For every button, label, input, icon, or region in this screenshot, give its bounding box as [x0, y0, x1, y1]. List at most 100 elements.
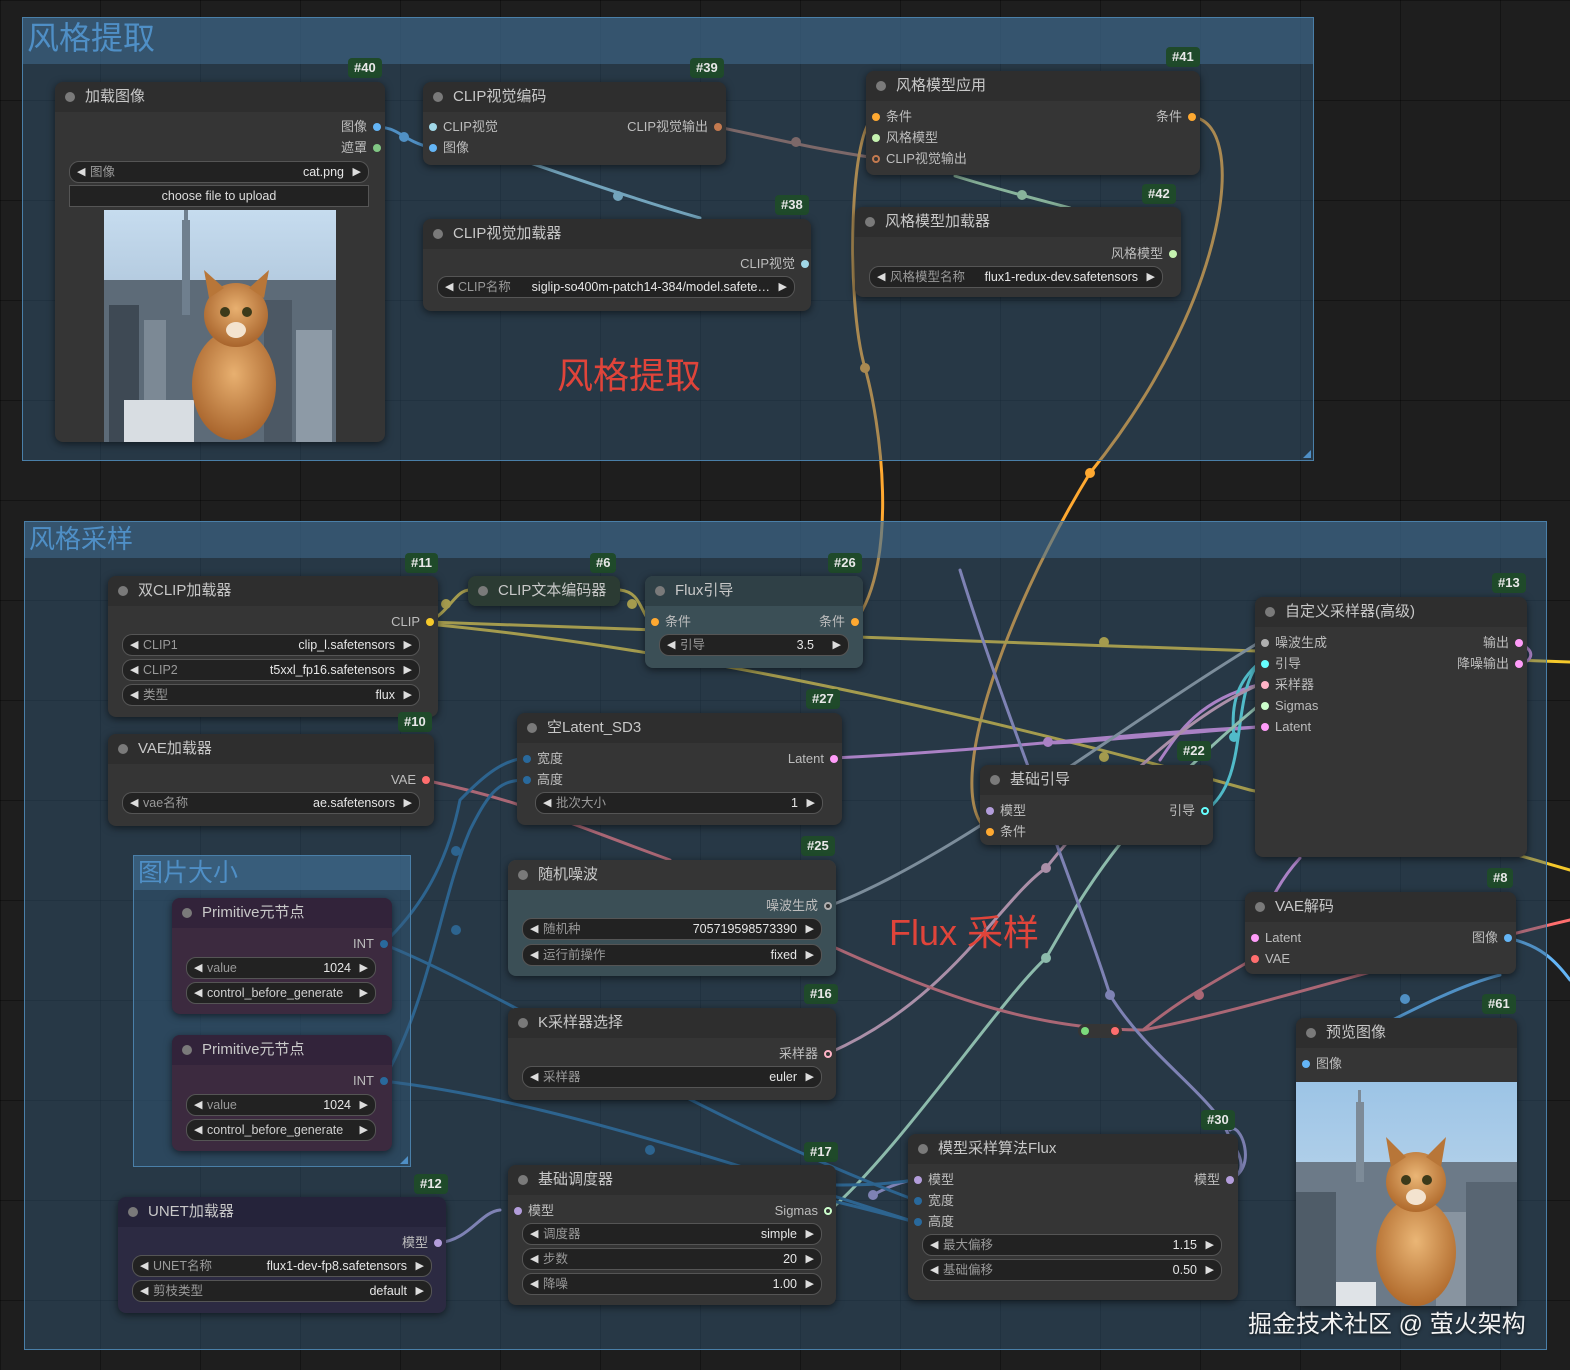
- conditioning-pin-icon[interactable]: [872, 113, 880, 121]
- latent-pin-icon[interactable]: [1251, 934, 1259, 942]
- vae-pin-icon[interactable]: [422, 776, 430, 784]
- input-model[interactable]: 模型: [512, 1203, 554, 1219]
- arrow-left-icon[interactable]: ◀: [530, 945, 538, 965]
- node-header[interactable]: 加载图像: [55, 82, 385, 112]
- node-load-image[interactable]: 加载图像 图像 遮罩 ◀ 图像 cat.png ▶ choose file to up…: [55, 82, 385, 442]
- node-style-model-apply[interactable]: 风格模型应用 条件 风格模型 CLIP视觉输出 条件: [866, 71, 1200, 175]
- sigmas-pin-icon[interactable]: [824, 1207, 832, 1215]
- arrow-left-icon[interactable]: ◀: [530, 1249, 538, 1269]
- input-image[interactable]: 图像: [1300, 1056, 1342, 1072]
- input-clip-vision[interactable]: CLIP视觉: [427, 119, 498, 135]
- arrow-left-icon[interactable]: ◀: [130, 793, 138, 813]
- output-image[interactable]: 图像: [1472, 930, 1514, 946]
- int-pin-icon[interactable]: [523, 776, 531, 784]
- arrow-right-icon[interactable]: ▶: [404, 660, 412, 680]
- resize-handle[interactable]: [1303, 450, 1311, 458]
- arrow-left-icon[interactable]: ◀: [530, 1224, 538, 1244]
- model-pin-icon[interactable]: [986, 807, 994, 815]
- batch-size-number[interactable]: ◀ 批次大小 1 ▶: [535, 792, 823, 814]
- collapse-dot-icon[interactable]: [1306, 1028, 1316, 1038]
- reroute-node[interactable]: [1078, 1024, 1122, 1038]
- collapse-dot-icon[interactable]: [876, 81, 886, 91]
- collapse-dot-icon[interactable]: [433, 229, 443, 239]
- collapse-dot-icon[interactable]: [182, 1045, 192, 1055]
- output-model[interactable]: 模型: [1194, 1172, 1236, 1188]
- node-primitive-height[interactable]: Primitive元节点 INT ◀ value 1024 ▶ ◀ control_be…: [172, 1035, 392, 1151]
- output-noise[interactable]: 噪波生成: [766, 898, 834, 914]
- input-image[interactable]: 图像: [427, 140, 469, 156]
- node-header[interactable]: Primitive元节点: [172, 898, 392, 928]
- latent-pin-icon[interactable]: [1515, 660, 1523, 668]
- collapse-dot-icon[interactable]: [478, 586, 488, 596]
- weight-dtype-combo[interactable]: ◀ 剪枝类型 default ▶: [132, 1280, 432, 1302]
- arrow-right-icon[interactable]: ▶: [806, 1249, 814, 1269]
- model-pin-icon[interactable]: [1226, 1176, 1234, 1184]
- clip-vision-pin-icon[interactable]: [801, 260, 809, 268]
- input-sigmas[interactable]: Sigmas: [1259, 698, 1318, 714]
- arrow-left-icon[interactable]: ◀: [77, 162, 85, 182]
- clip-vision-pin-icon[interactable]: [429, 123, 437, 131]
- type-combo[interactable]: ◀ 类型 flux ▶: [122, 684, 420, 706]
- input-height[interactable]: 高度: [521, 772, 563, 788]
- collapse-dot-icon[interactable]: [518, 1018, 528, 1028]
- node-header[interactable]: Primitive元节点: [172, 1035, 392, 1065]
- arrow-left-icon[interactable]: ◀: [530, 919, 538, 939]
- vae-name-combo[interactable]: ◀ vae名称 ae.safetensors ▶: [122, 792, 420, 814]
- seed-number[interactable]: ◀ 随机种 705719598573390 ▶: [522, 918, 822, 940]
- input-style-model[interactable]: 风格模型: [870, 130, 938, 146]
- clip-vision-output-pin-icon[interactable]: [872, 155, 880, 163]
- node-model-sampling-flux[interactable]: 模型采样算法Flux 模型 宽度 高度 模型 ◀ 最大偏移 1.15 ▶ ◀ 基础偏移 0…: [908, 1134, 1238, 1300]
- node-header[interactable]: VAE解码: [1245, 892, 1516, 922]
- output-clip-vision[interactable]: CLIP视觉: [740, 256, 811, 272]
- output-model[interactable]: 模型: [402, 1235, 444, 1251]
- node-header[interactable]: Flux引导: [645, 576, 863, 606]
- int-pin-icon[interactable]: [914, 1218, 922, 1226]
- output-conditioning[interactable]: 条件: [1156, 109, 1198, 125]
- latent-pin-icon[interactable]: [830, 755, 838, 763]
- node-random-noise[interactable]: 随机噪波 噪波生成 ◀ 随机种 705719598573390 ▶ ◀ 运行前操作 fix…: [508, 860, 836, 976]
- node-dual-clip-loader[interactable]: 双CLIP加载器 CLIP ◀ CLIP1 clip_l.safetensors ▶ …: [108, 576, 438, 717]
- output-style-model[interactable]: 风格模型: [1111, 246, 1179, 262]
- node-clip-text-encode[interactable]: CLIP文本编码器: [468, 576, 620, 606]
- steps-number[interactable]: ◀ 步数 20 ▶: [522, 1248, 822, 1270]
- style-model-name-combo[interactable]: ◀ 风格模型名称 flux1-redux-dev.safetensors ▶: [869, 266, 1163, 288]
- latent-pin-icon[interactable]: [1515, 639, 1523, 647]
- model-pin-icon[interactable]: [914, 1176, 922, 1184]
- arrow-right-icon[interactable]: ▶: [360, 1095, 368, 1115]
- unet-name-combo[interactable]: ◀ UNET名称 flux1-dev-fp8.safetensors ▶: [132, 1255, 432, 1277]
- arrow-right-icon[interactable]: ▶: [404, 793, 412, 813]
- collapse-dot-icon[interactable]: [65, 92, 75, 102]
- node-flux-guidance[interactable]: Flux引导 条件 条件 ◀ 引导 3.5 ▶: [645, 576, 863, 668]
- collapse-dot-icon[interactable]: [182, 908, 192, 918]
- arrow-left-icon[interactable]: ◀: [194, 1120, 202, 1140]
- arrow-left-icon[interactable]: ◀: [930, 1260, 938, 1280]
- output-latent[interactable]: Latent: [788, 751, 840, 767]
- node-header[interactable]: 自定义采样器(高级): [1255, 597, 1527, 627]
- input-conditioning[interactable]: 条件: [870, 109, 912, 125]
- output-image[interactable]: 图像: [341, 119, 383, 135]
- max-shift-number[interactable]: ◀ 最大偏移 1.15 ▶: [922, 1234, 1222, 1256]
- collapse-dot-icon[interactable]: [128, 1207, 138, 1217]
- arrow-left-icon[interactable]: ◀: [130, 635, 138, 655]
- conditioning-pin-icon[interactable]: [651, 618, 659, 626]
- arrow-right-icon[interactable]: ▶: [806, 1274, 814, 1294]
- node-basic-guider[interactable]: 基础引导 模型 条件 引导: [980, 765, 1213, 845]
- arrow-left-icon[interactable]: ◀: [667, 635, 675, 655]
- reroute-out-pin-icon[interactable]: [1111, 1027, 1119, 1035]
- base-shift-number[interactable]: ◀ 基础偏移 0.50 ▶: [922, 1259, 1222, 1281]
- input-width[interactable]: 宽度: [912, 1193, 954, 1209]
- node-basic-scheduler[interactable]: 基础调度器 模型 Sigmas ◀ 调度器 simple ▶ ◀ 步数 20 ▶ ◀ 降噪 1.…: [508, 1165, 836, 1305]
- image-pin-icon[interactable]: [373, 123, 381, 131]
- node-vae-decode[interactable]: VAE解码 Latent VAE 图像: [1245, 892, 1516, 974]
- input-noise[interactable]: 噪波生成: [1259, 635, 1327, 651]
- clip-name-combo[interactable]: ◀ CLIP名称 siglip-so400m-patch14-384/model.s…: [437, 276, 795, 298]
- node-header[interactable]: 模型采样算法Flux: [908, 1134, 1238, 1164]
- sampler-pin-icon[interactable]: [1261, 681, 1269, 689]
- arrow-right-icon[interactable]: ▶: [1147, 267, 1155, 287]
- guider-pin-icon[interactable]: [1201, 807, 1209, 815]
- sampler-name-combo[interactable]: ◀ 采样器 euler ▶: [522, 1066, 822, 1088]
- input-vae[interactable]: VAE: [1249, 951, 1290, 967]
- arrow-left-icon[interactable]: ◀: [930, 1235, 938, 1255]
- output-sampler[interactable]: 采样器: [779, 1046, 834, 1062]
- node-header[interactable]: UNET加载器: [118, 1197, 446, 1227]
